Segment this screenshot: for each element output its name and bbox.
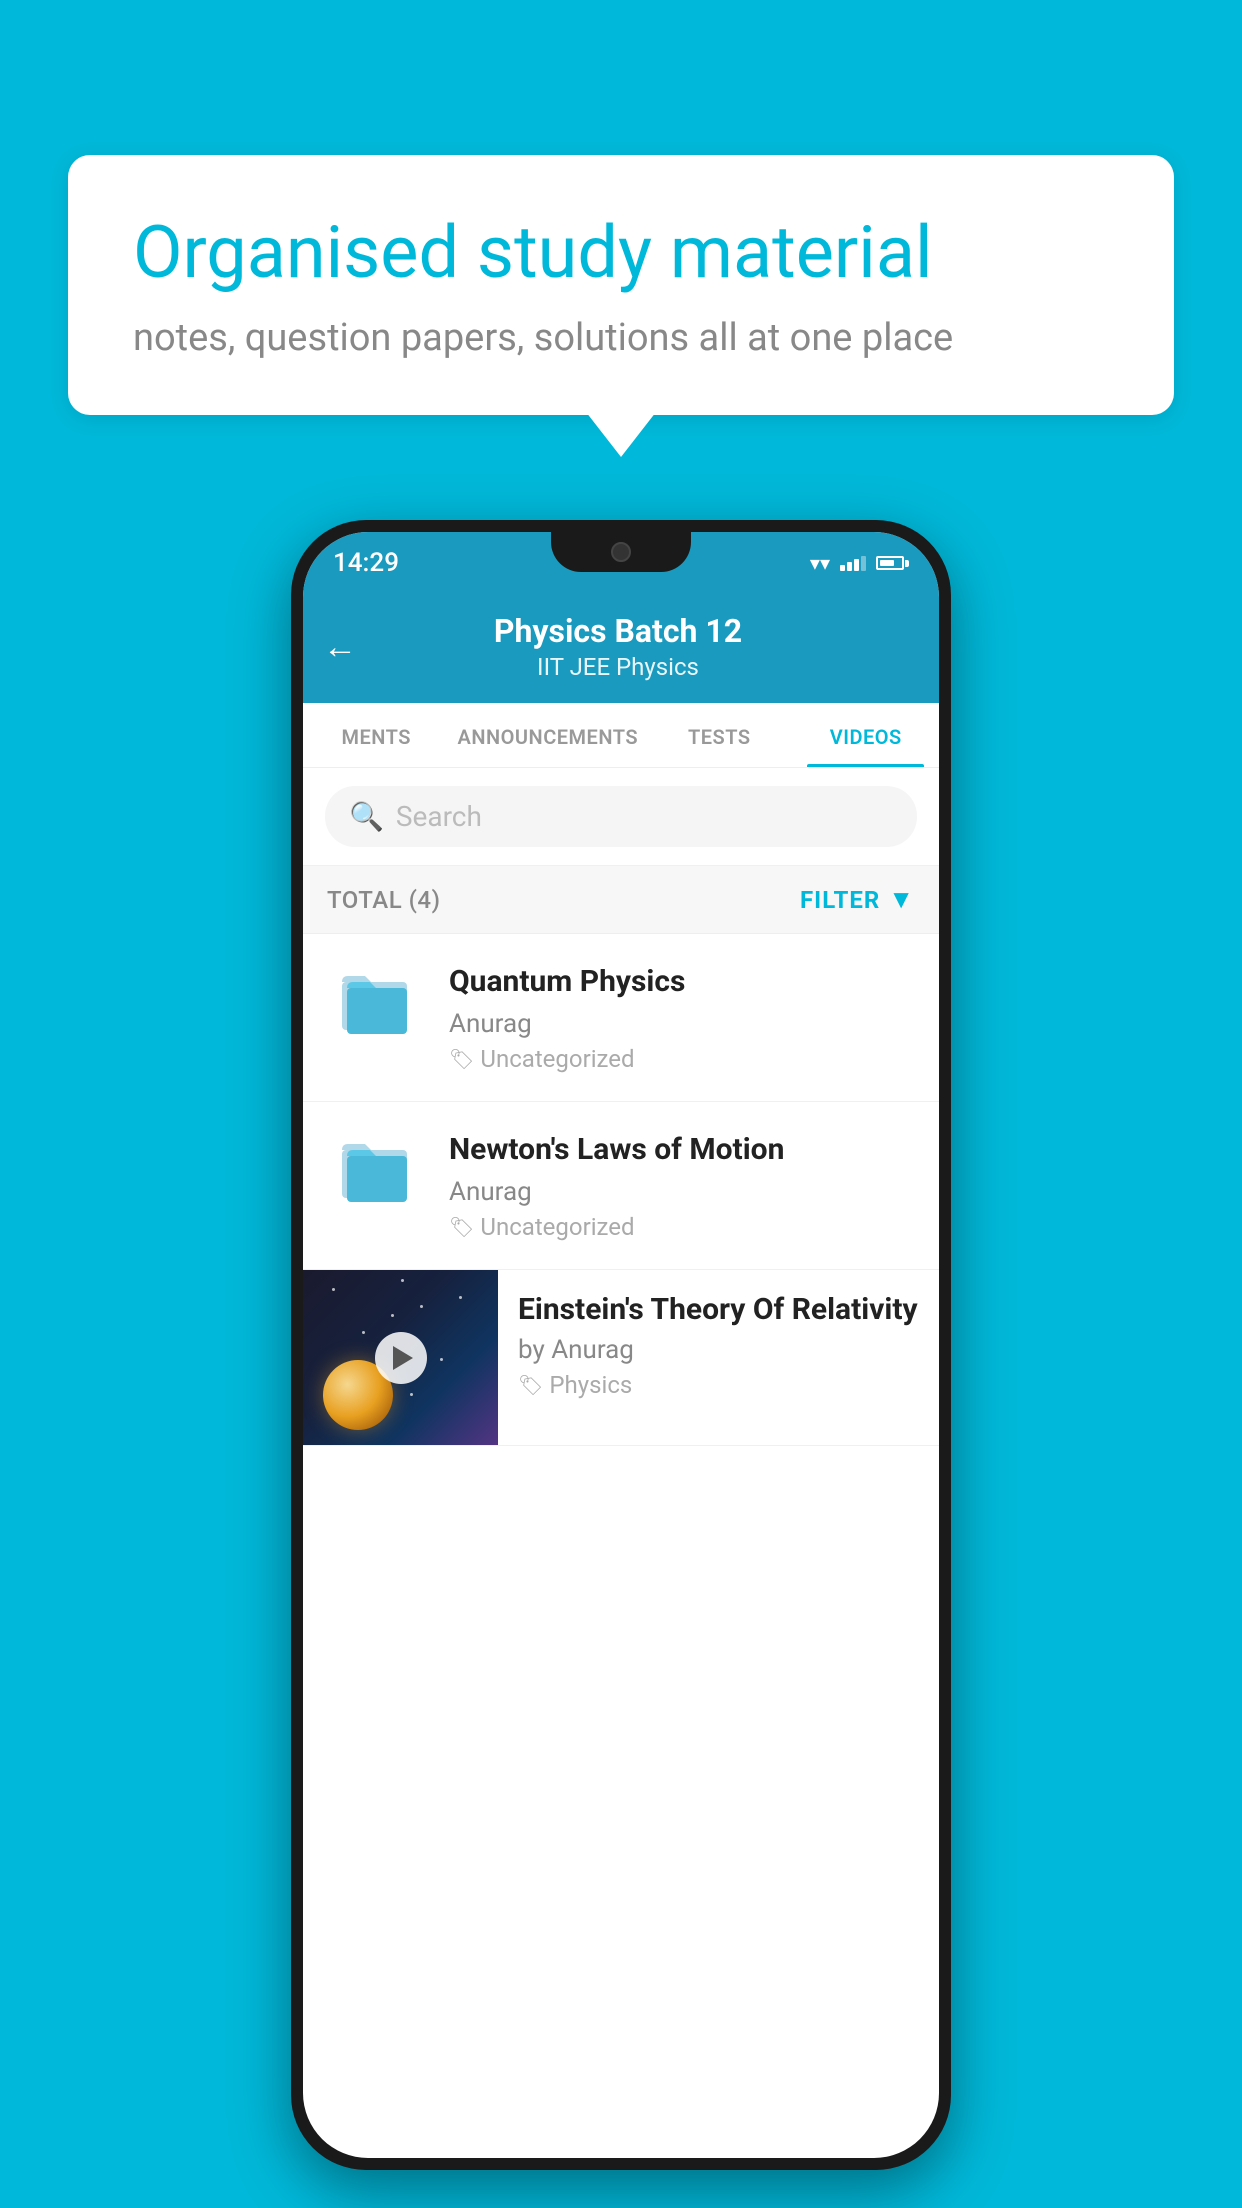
header-title-block: Physics Batch 12 IIT JEE Physics bbox=[372, 612, 864, 681]
folder-icon bbox=[337, 1130, 417, 1210]
tab-announcements[interactable]: ANNOUNCEMENTS bbox=[449, 703, 646, 767]
folder-thumbnail bbox=[327, 962, 427, 1042]
video-author: by Anurag bbox=[518, 1335, 919, 1365]
filter-button[interactable]: FILTER ▼ bbox=[800, 884, 915, 915]
folder-thumbnail bbox=[327, 1130, 427, 1210]
tab-ments[interactable]: MENTS bbox=[303, 703, 449, 767]
tab-tests[interactable]: TESTS bbox=[646, 703, 792, 767]
battery-icon bbox=[876, 556, 909, 570]
video-title: Einstein's Theory Of Relativity bbox=[518, 1292, 919, 1327]
tag-label: Uncategorized bbox=[480, 1213, 634, 1241]
wifi-icon: ▾▾ bbox=[810, 551, 830, 575]
tabs-bar: MENTS ANNOUNCEMENTS TESTS VIDEOS bbox=[303, 703, 939, 768]
video-info: Einstein's Theory Of Relativity by Anura… bbox=[498, 1270, 939, 1421]
play-button[interactable] bbox=[375, 1332, 427, 1384]
status-time: 14:29 bbox=[333, 548, 399, 578]
video-thumbnail bbox=[303, 1270, 498, 1445]
total-count: TOTAL (4) bbox=[327, 886, 440, 914]
video-title: Quantum Physics bbox=[449, 962, 915, 1001]
notch bbox=[551, 532, 691, 572]
video-info: Newton's Laws of Motion Anurag 🏷 Uncateg… bbox=[449, 1130, 915, 1241]
filter-label: FILTER bbox=[800, 886, 880, 914]
tab-videos[interactable]: VIDEOS bbox=[793, 703, 939, 767]
tag-icon: 🏷 bbox=[518, 1373, 543, 1397]
signal-icon bbox=[840, 556, 866, 571]
search-container: 🔍 Search bbox=[303, 768, 939, 866]
speech-bubble-container: Organised study material notes, question… bbox=[68, 155, 1174, 415]
app-header: ← Physics Batch 12 IIT JEE Physics bbox=[303, 594, 939, 703]
status-icons: ▾▾ bbox=[810, 551, 909, 575]
search-input[interactable]: Search bbox=[396, 800, 482, 833]
tag-icon: 🏷 bbox=[449, 1047, 474, 1071]
video-info: Quantum Physics Anurag 🏷 Uncategorized bbox=[449, 962, 915, 1073]
speech-bubble-subtitle: notes, question papers, solutions all at… bbox=[133, 316, 1109, 360]
filter-icon: ▼ bbox=[888, 884, 915, 915]
video-title: Newton's Laws of Motion bbox=[449, 1130, 915, 1169]
video-list: Quantum Physics Anurag 🏷 Uncategorized bbox=[303, 934, 939, 1446]
folder-icon bbox=[337, 962, 417, 1042]
list-item[interactable]: Quantum Physics Anurag 🏷 Uncategorized bbox=[303, 934, 939, 1102]
phone-frame: 14:29 ▾▾ bbox=[291, 520, 951, 2170]
video-tag: 🏷 Uncategorized bbox=[449, 1213, 915, 1241]
camera bbox=[611, 542, 631, 562]
video-author: Anurag bbox=[449, 1177, 915, 1207]
back-button[interactable]: ← bbox=[323, 627, 357, 667]
status-bar: 14:29 ▾▾ bbox=[303, 532, 939, 594]
tag-label: Physics bbox=[549, 1371, 632, 1399]
video-tag: 🏷 Uncategorized bbox=[449, 1045, 915, 1073]
header-subtitle: IIT JEE Physics bbox=[372, 653, 864, 681]
tag-icon: 🏷 bbox=[449, 1215, 474, 1239]
video-tag: 🏷 Physics bbox=[518, 1371, 919, 1399]
list-item[interactable]: Einstein's Theory Of Relativity by Anura… bbox=[303, 1270, 939, 1446]
list-item[interactable]: Newton's Laws of Motion Anurag 🏷 Uncateg… bbox=[303, 1102, 939, 1270]
search-input-wrapper[interactable]: 🔍 Search bbox=[325, 786, 917, 847]
search-icon: 🔍 bbox=[349, 800, 384, 833]
video-author: Anurag bbox=[449, 1009, 915, 1039]
speech-bubble-title: Organised study material bbox=[133, 210, 1109, 296]
filter-bar: TOTAL (4) FILTER ▼ bbox=[303, 866, 939, 934]
speech-bubble: Organised study material notes, question… bbox=[68, 155, 1174, 415]
tag-label: Uncategorized bbox=[480, 1045, 634, 1073]
phone-inner: 14:29 ▾▾ bbox=[303, 532, 939, 2158]
header-main-title: Physics Batch 12 bbox=[372, 612, 864, 650]
play-triangle-icon bbox=[393, 1346, 413, 1370]
